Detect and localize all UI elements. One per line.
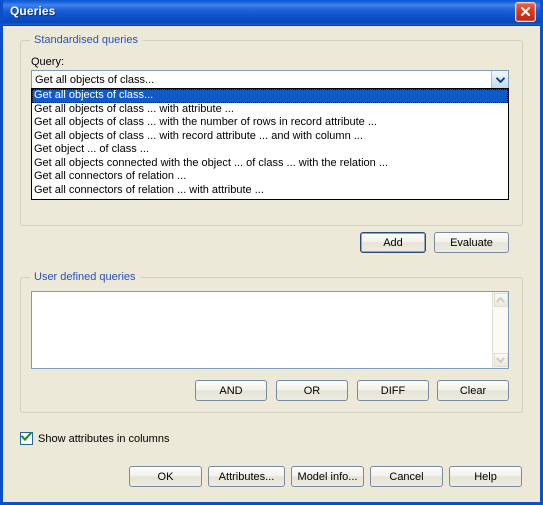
user-defined-queries-scrollbar[interactable]: [492, 292, 508, 368]
show-attributes-in-columns-label: Show attributes in columns: [38, 432, 170, 445]
ok-button[interactable]: OK: [129, 466, 202, 487]
user-defined-queries-text[interactable]: [32, 292, 492, 368]
standardised-queries-legend: Standardised queries: [30, 34, 142, 46]
query-combobox-value: Get all objects of class...: [35, 73, 155, 86]
query-option-item[interactable]: Get all connectors of relation ...: [32, 170, 508, 184]
add-button[interactable]: Add: [360, 232, 426, 253]
chevron-down-icon: [495, 74, 505, 86]
checkmark-icon: [20, 431, 33, 445]
query-label: Query:: [31, 56, 65, 68]
dialog-client-area: Standardised queries Query: Get all obje…: [3, 26, 540, 499]
query-option-item[interactable]: Get all objects of class ... with attrib…: [32, 103, 508, 117]
query-option-item[interactable]: Get object ... of class ...: [32, 143, 508, 157]
user-defined-queries-legend: User defined queries: [30, 271, 140, 283]
scroll-down-button[interactable]: [493, 353, 508, 367]
query-option-item[interactable]: Get all objects of class ... with record…: [32, 130, 508, 144]
query-option-item[interactable]: Get all objects of class...: [32, 89, 508, 103]
title-bar: Queries: [3, 0, 540, 26]
query-option-item[interactable]: Get all connectors of relation ... with …: [32, 184, 508, 198]
query-option-item[interactable]: Get all objects connected with the objec…: [32, 157, 508, 171]
user-defined-queries-textarea[interactable]: [31, 291, 509, 369]
model-info-button[interactable]: Model info...: [291, 466, 364, 487]
help-button[interactable]: Help: [449, 466, 522, 487]
caret-down-icon: [496, 354, 505, 366]
diff-button[interactable]: DIFF: [357, 380, 429, 401]
and-button[interactable]: AND: [195, 380, 267, 401]
queries-dialog-window: Queries Standardised queries Query: Get …: [0, 0, 543, 505]
scrollbar-track[interactable]: [493, 307, 508, 353]
query-option-item[interactable]: Get all objects of class ... with the nu…: [32, 116, 508, 130]
query-combobox[interactable]: Get all objects of class...: [31, 70, 509, 89]
query-options-list[interactable]: Get all objects of class... Get all objec…: [31, 88, 509, 200]
evaluate-button[interactable]: Evaluate: [434, 232, 509, 253]
window-title: Queries: [10, 4, 56, 18]
scroll-up-button[interactable]: [493, 293, 508, 307]
caret-up-icon: [496, 294, 505, 306]
or-button[interactable]: OR: [276, 380, 348, 401]
cancel-button[interactable]: Cancel: [370, 466, 443, 487]
show-attributes-in-columns-checkbox[interactable]: [20, 431, 33, 445]
query-combobox-dropdown-button[interactable]: [491, 71, 508, 88]
show-attributes-in-columns-checkbox-row[interactable]: Show attributes in columns: [20, 431, 170, 445]
close-button[interactable]: [515, 2, 536, 22]
clear-button[interactable]: Clear: [437, 380, 509, 401]
attributes-button[interactable]: Attributes...: [208, 466, 285, 487]
